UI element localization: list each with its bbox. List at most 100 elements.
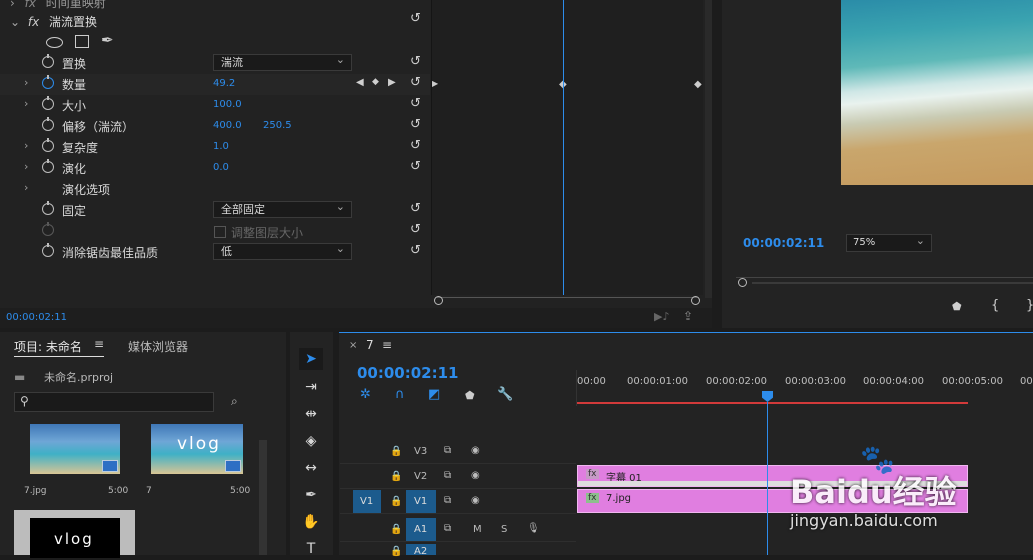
lock-icon[interactable]: 🔒 [390, 524, 402, 535]
stopwatch-icon[interactable] [42, 96, 54, 110]
slip-tool-icon[interactable]: ↔ [299, 457, 323, 479]
reset-icon[interactable]: ↺ [410, 201, 421, 216]
prop-row-offset[interactable]: 偏移（湍流） 400.0 250.5 ↺ [0, 116, 430, 137]
snap-icon[interactable]: ✲ [360, 387, 371, 402]
eye-icon[interactable]: ◉ [471, 470, 480, 481]
linked-selection-icon[interactable]: ◩ [428, 387, 440, 402]
hand-tool-icon[interactable]: ✋ [299, 511, 323, 533]
prop-row-displacement[interactable]: 置换 湍流 ↺ [0, 52, 430, 74]
amount-value[interactable]: 49.2 [213, 78, 235, 89]
project-scrollbar[interactable] [259, 440, 267, 555]
add-keyframe-icon[interactable]: ◆ [372, 77, 379, 87]
razor-tool-icon[interactable]: ◈ [299, 430, 323, 452]
ellipse-mask-icon[interactable] [46, 37, 63, 48]
prop-row-pinning[interactable]: 固定 全部固定 ↺ [0, 199, 430, 221]
ripple-edit-tool-icon[interactable]: ⇹ [299, 403, 323, 425]
tab-menu-icon[interactable]: ≡ [94, 337, 104, 351]
track-header-v1[interactable]: V1 🔒 V1 ⧉ ◉ [340, 490, 576, 514]
effect-header[interactable]: ⌄ fx 湍流置换 [10, 13, 97, 30]
expand-icon[interactable]: › [24, 97, 28, 110]
reset-icon[interactable]: ↺ [410, 222, 421, 237]
prop-row-complexity[interactable]: › 复杂度 1.0 ↺ [0, 137, 430, 158]
reset-icon[interactable]: ↺ [410, 243, 421, 258]
pen-mask-icon[interactable]: ✒ [101, 31, 114, 49]
magnet-icon[interactable]: ∩ [395, 387, 405, 402]
mute-button[interactable]: M [473, 524, 482, 535]
timeline-tab[interactable]: 7 [366, 338, 374, 352]
thumb-7-sequence[interactable]: vlog [151, 424, 243, 474]
reset-icon[interactable]: ↺ [410, 54, 421, 69]
scroll-handle-right[interactable] [691, 296, 700, 305]
expand-icon[interactable]: › [24, 139, 28, 152]
track-header-a2[interactable]: 🔒 A2 [340, 544, 576, 557]
tab-media-browser[interactable]: 媒体浏览器 [128, 338, 188, 355]
timeline-timecode[interactable]: 00:00:02:11 [357, 364, 459, 382]
wrench-icon[interactable]: 🔧 [497, 387, 513, 402]
offset-y-value[interactable]: 250.5 [263, 120, 292, 131]
work-area-bar[interactable] [577, 402, 968, 404]
complexity-value[interactable]: 1.0 [213, 141, 229, 152]
mark-out-icon[interactable]: } [1026, 298, 1033, 313]
sync-icon[interactable]: ⧉ [444, 470, 451, 481]
lock-icon[interactable]: 🔒 [390, 446, 402, 457]
size-value[interactable]: 100.0 [213, 99, 242, 110]
close-tab-icon[interactable]: × [349, 340, 357, 351]
keyframe-marker[interactable]: ◆ [694, 79, 702, 90]
export-icon[interactable]: ⇪ [683, 309, 693, 323]
pen-tool-icon[interactable]: ✒ [299, 484, 323, 506]
stopwatch-icon[interactable] [42, 138, 54, 152]
mic-icon[interactable]: 🎙 [527, 523, 540, 534]
stopwatch-icon[interactable] [42, 159, 54, 173]
expand-icon[interactable]: › [24, 181, 28, 194]
resize-layer-checkbox[interactable] [214, 226, 226, 238]
next-keyframe-icon[interactable]: ▶ [388, 77, 396, 88]
lock-icon[interactable]: 🔒 [390, 471, 402, 482]
tab-menu-icon[interactable]: ≡ [382, 338, 392, 352]
target-v1[interactable]: V1 [406, 490, 436, 513]
rect-mask-icon[interactable] [75, 35, 89, 48]
reset-icon[interactable]: ↺ [410, 159, 421, 174]
lock-icon[interactable]: 🔒 [390, 546, 402, 557]
prop-row-evolution-options[interactable]: › 演化选项 [0, 179, 430, 200]
monitor-ruler[interactable] [736, 266, 1033, 278]
expand-icon[interactable]: › [24, 160, 28, 173]
monitor-timecode[interactable]: 00:00:02:11 [743, 236, 824, 250]
mark-in-icon[interactable]: { [991, 298, 999, 313]
displacement-dropdown[interactable]: 湍流 [213, 52, 352, 71]
pinning-dropdown[interactable]: 全部固定 [213, 199, 352, 218]
lock-icon[interactable]: 🔒 [390, 496, 402, 507]
add-marker-icon[interactable]: ⬟ [465, 389, 475, 402]
time-remap-row[interactable]: › fx 时间重映射 [10, 0, 106, 11]
track-header-v3[interactable]: 🔒 V3 ⧉ ◉ [340, 440, 576, 464]
reset-icon[interactable]: ↺ [410, 11, 421, 26]
sync-icon[interactable]: ⧉ [444, 495, 451, 506]
track-select-tool-icon[interactable]: ⇥ [299, 376, 323, 398]
prop-row-resize-layer[interactable]: 调整图层大小 ↺ [0, 221, 430, 242]
search-input[interactable]: ⚲ [14, 392, 214, 412]
stopwatch-icon[interactable] [42, 201, 54, 215]
scroll-handle-left[interactable] [434, 296, 443, 305]
stopwatch-icon[interactable] [42, 75, 54, 89]
monitor-scroll-handle[interactable] [738, 278, 747, 287]
new-bin-icon[interactable]: ⌕ [231, 394, 238, 409]
keyframe-scrollbar[interactable] [437, 297, 697, 303]
type-tool-icon[interactable]: T [299, 538, 323, 560]
stopwatch-icon[interactable] [42, 54, 54, 68]
reset-icon[interactable]: ↺ [410, 117, 421, 132]
reset-icon[interactable]: ↺ [410, 96, 421, 111]
target-a1[interactable]: A1 [406, 518, 436, 541]
stopwatch-icon[interactable] [42, 117, 54, 131]
thumb-7jpg[interactable] [30, 424, 120, 474]
evolution-value[interactable]: 0.0 [213, 162, 229, 173]
monitor-scrollbar[interactable] [752, 282, 1033, 284]
tab-project[interactable]: 项目: 未命名 [14, 338, 82, 355]
target-a2[interactable]: A2 [406, 544, 436, 557]
track-header-a1[interactable]: 🔒 A1 ⧉ M S 🎙 [340, 518, 576, 542]
stopwatch-icon[interactable] [42, 243, 54, 257]
ec-timecode[interactable]: 00:00:02:11 [6, 312, 67, 323]
prop-row-amount[interactable]: › 数量 49.2 ◀ ◆ ▶ ↺ [0, 74, 430, 95]
thumb-selected[interactable]: vlog [14, 510, 135, 558]
solo-button[interactable]: S [501, 524, 507, 535]
offset-x-value[interactable]: 400.0 [213, 120, 242, 131]
add-marker-icon[interactable]: ⬟ [952, 300, 962, 313]
